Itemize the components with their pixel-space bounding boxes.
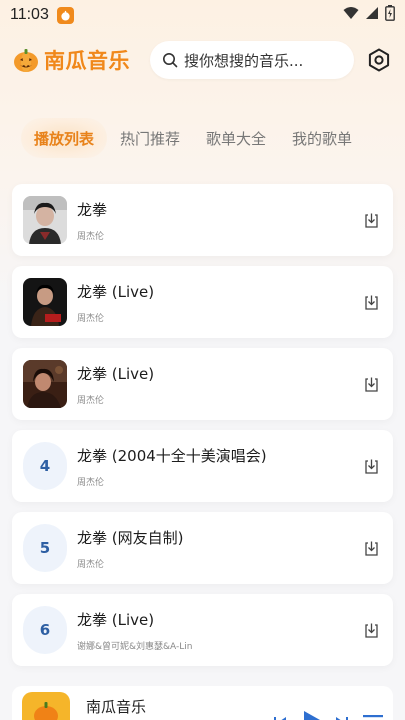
mini-player[interactable]: 南瓜音乐 (12, 686, 393, 720)
download-icon (364, 295, 378, 310)
track-number: 4 (23, 442, 67, 490)
signal-icon (365, 6, 379, 24)
song-artist: 周杰伦 (77, 313, 105, 324)
status-bar: 11:03 (0, 0, 405, 30)
song-title: 龙拳 (网友自制) (77, 528, 184, 547)
download-button[interactable] (361, 292, 381, 312)
battery-icon (385, 5, 395, 25)
download-icon (364, 541, 378, 556)
download-button[interactable] (361, 210, 381, 230)
next-button[interactable] (335, 715, 349, 720)
album-cover (23, 196, 67, 244)
track-number: 5 (23, 524, 67, 572)
song-item[interactable]: 5 龙拳 (网友自制) 周杰伦 (12, 512, 393, 584)
song-title: 龙拳 (Live) (77, 364, 155, 383)
search-icon (163, 53, 178, 68)
download-icon (364, 377, 378, 392)
download-button[interactable] (361, 456, 381, 476)
download-button[interactable] (361, 620, 381, 640)
player-cover (22, 692, 70, 720)
download-icon (364, 459, 378, 474)
settings-button[interactable] (365, 46, 393, 74)
song-artist: 谢娜&曾可妮&刘惠瑟&A-Lin (77, 641, 193, 652)
prev-icon (274, 717, 286, 720)
app-title: 南瓜音乐 (44, 49, 130, 73)
download-button[interactable] (361, 538, 381, 558)
status-time: 11:03 (10, 6, 49, 23)
song-title: 龙拳 (Live) (77, 610, 155, 629)
song-item[interactable]: 4 龙拳 (2004十全十美演唱会) 周杰伦 (12, 430, 393, 502)
player-title: 南瓜音乐 (86, 698, 147, 716)
settings-icon (368, 48, 390, 72)
next-icon (336, 717, 348, 720)
tab-playlists-all[interactable]: 歌单大全 (206, 118, 266, 158)
album-cover (23, 360, 67, 408)
tab-hot-recommend[interactable]: 热门推荐 (120, 118, 180, 158)
wifi-icon (343, 6, 359, 24)
search-input[interactable]: 搜你想搜的音乐... (150, 41, 354, 79)
song-item[interactable]: 龙拳 (Live) 周杰伦 (12, 348, 393, 420)
song-artist: 周杰伦 (77, 477, 105, 488)
pumpkin-notification-icon (56, 6, 74, 24)
app-logo: 南瓜音乐 (12, 45, 130, 75)
play-button[interactable] (301, 710, 321, 720)
song-item[interactable]: 龙拳 周杰伦 (12, 184, 393, 256)
playlist-icon (363, 715, 383, 718)
pumpkin-cover-icon (34, 702, 58, 720)
song-title: 龙拳 (2004十全十美演唱会) (77, 446, 267, 465)
song-title: 龙拳 (Live) (77, 282, 155, 301)
track-number: 6 (23, 606, 67, 654)
app-header: 南瓜音乐 搜你想搜的音乐... (0, 38, 405, 82)
album-cover (23, 278, 67, 326)
player-controls (273, 710, 383, 720)
pumpkin-logo-icon (14, 49, 38, 72)
song-item[interactable]: 6 龙拳 (Live) 谢娜&曾可妮&刘惠瑟&A-Lin (12, 594, 393, 666)
play-icon (304, 711, 320, 720)
download-button[interactable] (361, 374, 381, 394)
song-item[interactable]: 龙拳 (Live) 周杰伦 (12, 266, 393, 338)
download-icon (364, 623, 378, 638)
song-title: 龙拳 (77, 200, 108, 219)
song-artist: 周杰伦 (77, 395, 105, 406)
song-list: 龙拳 周杰伦 龙拳 (Live) 周杰伦 龙拳 (Live) 周杰伦 4 龙拳 … (12, 184, 393, 676)
tab-bar: 播放列表 热门推荐 歌单大全 我的歌单 (0, 116, 405, 160)
song-artist: 周杰伦 (77, 231, 105, 242)
tab-my-playlists[interactable]: 我的歌单 (292, 118, 352, 158)
playlist-button[interactable] (363, 714, 383, 720)
prev-button[interactable] (273, 715, 287, 720)
search-placeholder: 搜你想搜的音乐... (184, 51, 304, 70)
download-icon (364, 213, 378, 228)
song-artist: 周杰伦 (77, 559, 105, 570)
tab-playlist[interactable]: 播放列表 (21, 118, 108, 158)
